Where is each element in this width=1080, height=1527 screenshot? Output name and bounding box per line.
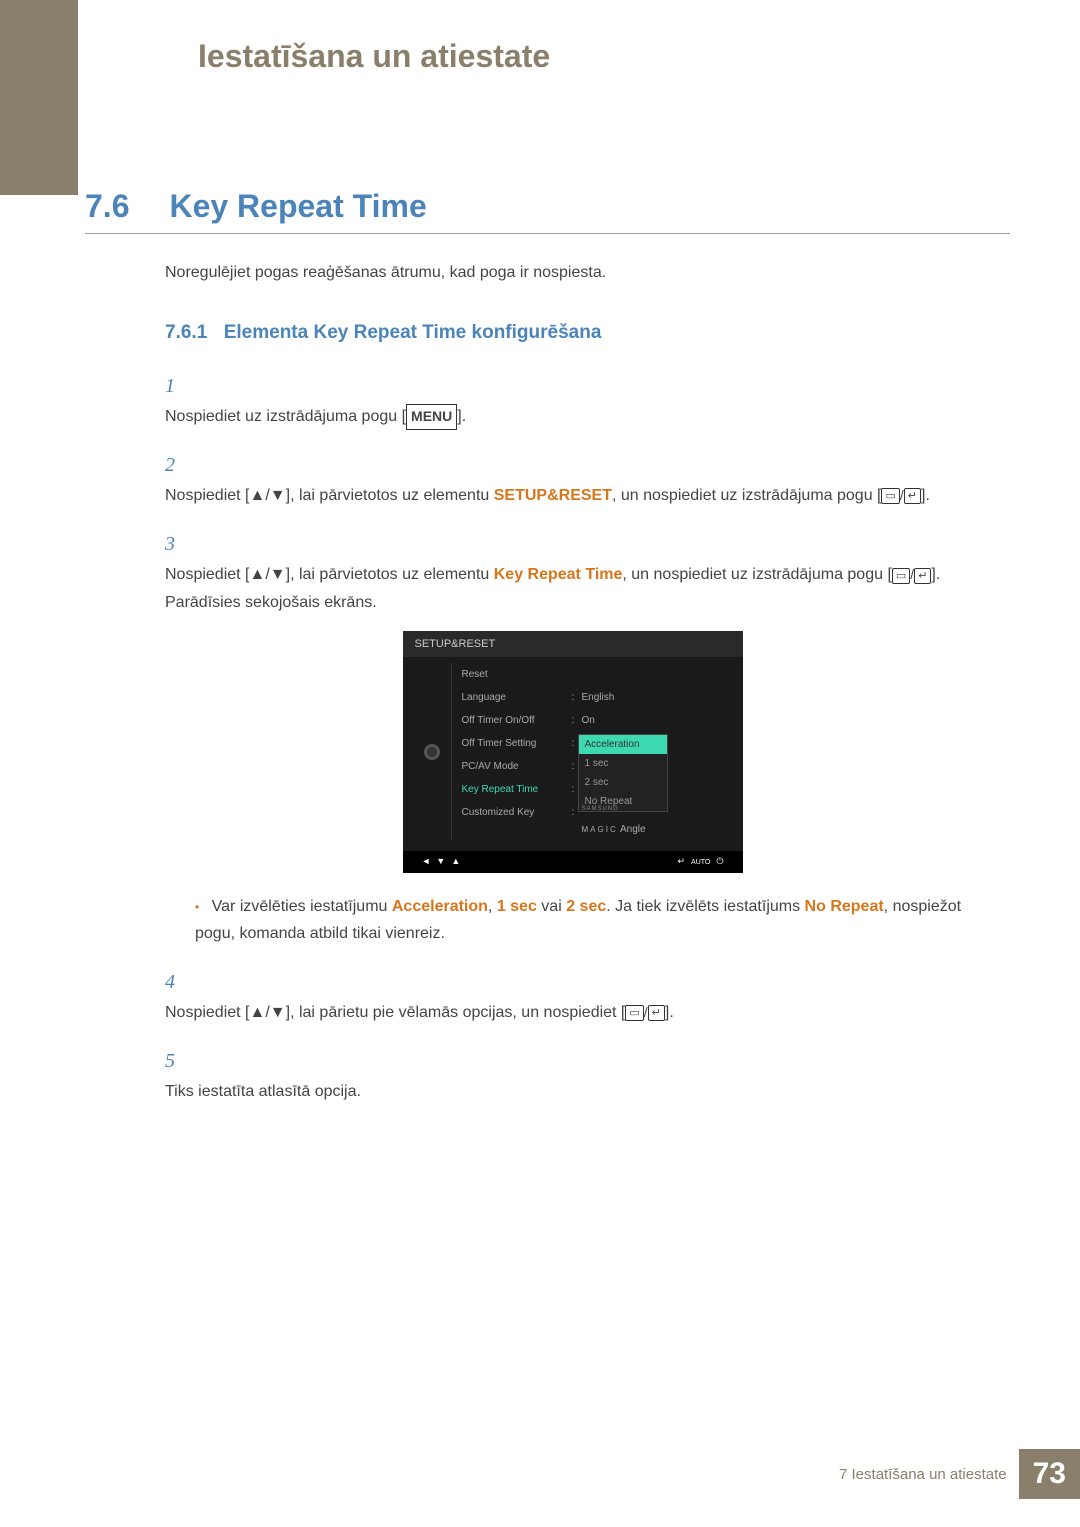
main-section: 7.6 Key Repeat Time Noregulējiet pogas r… <box>85 188 1010 1123</box>
dropdown-option-1sec: 1 sec <box>579 754 667 773</box>
osd-back-icon: ◄ <box>422 854 431 869</box>
source-enter-icon: ▭/↵ <box>625 1001 665 1025</box>
osd-footer-icons: ◄ ▼ ▲ ↵ AUTO ⏻ <box>403 851 743 872</box>
up-down-icon: ▲/▼ <box>250 566 286 583</box>
section-title: Key Repeat Time <box>169 188 426 225</box>
subsection-title: Elementa Key Repeat Time konfigurēšana <box>224 322 602 343</box>
bullet-item: Var izvēlēties iestatījumu Acceleration,… <box>195 893 980 947</box>
osd-up-icon: ▲ <box>451 854 460 869</box>
osd-item-offtimer: Off Timer On/Off <box>462 712 572 729</box>
osd-item-krt: Key Repeat Time <box>462 781 572 798</box>
chapter-title: Iestatīšana un atiestate <box>198 38 550 75</box>
key-repeat-time-label: Key Repeat Time <box>494 566 623 583</box>
page-number: 73 <box>1019 1449 1080 1499</box>
osd-item-reset: Reset <box>462 666 572 683</box>
osd-auto-label: AUTO <box>691 857 710 869</box>
source-enter-icon: ▭/↵ <box>892 563 932 587</box>
dropdown-option-acceleration: Acceleration <box>579 735 667 754</box>
step-5: 5 Tiks iestatīta atlasītā opcija. <box>165 1044 1010 1105</box>
osd-item-custom: Customized Key <box>462 804 572 838</box>
up-down-icon: ▲/▼ <box>250 1004 286 1021</box>
footer-chapter-title: Iestatīšana un atiestate <box>852 1466 1007 1483</box>
osd-item-pcav: PC/AV Mode <box>462 758 572 775</box>
osd-power-icon: ⏻ <box>716 854 723 869</box>
menu-button-label: MENU <box>406 404 457 430</box>
osd-dropdown: Acceleration 1 sec 2 sec No Repeat <box>578 734 668 812</box>
section-divider <box>85 233 1010 234</box>
subsection-heading: 7.6.1 Elementa Key Repeat Time konfigurē… <box>165 322 1010 344</box>
subsection-number: 7.6.1 <box>165 322 207 343</box>
osd-down-icon: ▼ <box>436 854 445 869</box>
step-3: 3 Nospiediet [▲/▼], lai pārvietotos uz e… <box>165 527 1010 947</box>
step-4: 4 Nospiediet [▲/▼], lai pārietu pie vēla… <box>165 965 1010 1026</box>
intro-text: Noregulējiet pogas reaģēšanas ātrumu, ka… <box>165 264 1010 282</box>
setup-reset-label: SETUP&RESET <box>494 487 612 504</box>
osd-menu-screenshot: SETUP&RESET Reset Language:English Off T… <box>403 631 743 873</box>
header-color-band <box>0 0 78 195</box>
page-footer: 7 Iestatīšana un atiestate 73 <box>839 1449 1080 1499</box>
osd-header: SETUP&RESET <box>403 631 743 658</box>
steps-list: 1 Nospiediet uz izstrādājuma pogu [MENU]… <box>165 369 1010 1105</box>
footer-chapter-num: 7 <box>839 1466 847 1483</box>
section-number: 7.6 <box>85 188 165 225</box>
up-down-icon: ▲/▼ <box>250 487 286 504</box>
osd-item-offtimersetting: Off Timer Setting <box>462 735 572 752</box>
dropdown-option-2sec: 2 sec <box>579 773 667 792</box>
source-enter-icon: ▭/↵ <box>881 484 921 508</box>
section-heading: 7.6 Key Repeat Time <box>85 188 1010 234</box>
osd-enter-icon: ↵ <box>678 854 686 869</box>
step-1: 1 Nospiediet uz izstrādājuma pogu [MENU]… <box>165 369 1010 430</box>
dial-icon <box>424 744 440 760</box>
osd-item-language: Language <box>462 689 572 706</box>
step-2: 2 Nospiediet [▲/▼], lai pārvietotos uz e… <box>165 448 1010 509</box>
step-3-bullets: Var izvēlēties iestatījumu Acceleration,… <box>195 893 980 947</box>
